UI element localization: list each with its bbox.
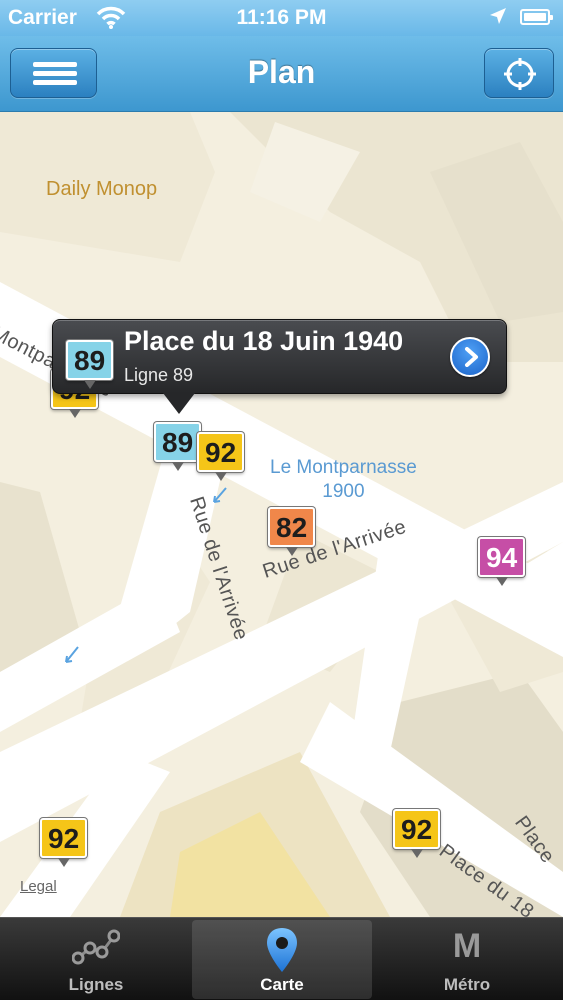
- tab-carte[interactable]: Carte: [192, 920, 372, 999]
- landmark-label: Le Montparnasse 1900: [270, 457, 417, 502]
- legal-link[interactable]: Legal: [20, 878, 57, 895]
- clock: 11:16 PM: [236, 6, 327, 29]
- tab-lignes[interactable]: Lignes: [6, 920, 186, 999]
- tab-label: Lignes: [68, 975, 124, 994]
- bus-stop-marker[interactable]: 92: [40, 818, 88, 867]
- bus-stop-marker[interactable]: 94: [478, 537, 526, 586]
- chevron-right-icon: [461, 347, 481, 372]
- callout-subtitle: Ligne 89: [124, 365, 194, 385]
- bus-stop-marker[interactable]: 92: [393, 809, 441, 858]
- bus-stop-marker[interactable]: 89: [154, 422, 202, 471]
- map-view[interactable]: Daily Monop Le Montparnasse 1900 Rue de …: [0, 112, 563, 917]
- callout-detail-button[interactable]: [450, 337, 490, 377]
- line-badge: 89: [66, 340, 114, 389]
- page-title: Plan: [247, 54, 316, 90]
- tab-label: Carte: [260, 975, 304, 994]
- lines-network-icon: [71, 926, 121, 971]
- crosshair-icon: [503, 57, 537, 96]
- map-pin-icon: [264, 926, 300, 979]
- navigation-bar: Plan: [0, 36, 563, 112]
- status-bar: Carrier 11:16 PM: [0, 0, 563, 36]
- locate-me-button[interactable]: [484, 48, 554, 98]
- location-arrow-icon: [488, 6, 508, 32]
- tab-label: Métro: [443, 975, 491, 994]
- bus-stop-marker[interactable]: 92: [197, 432, 245, 481]
- poi-label: Daily Monop: [46, 178, 158, 200]
- callout-title: Place du 18 Juin 1940: [124, 326, 404, 356]
- bus-stop-marker[interactable]: 82: [268, 507, 316, 556]
- tab-bar: Lignes Carte M Métro: [0, 917, 563, 1000]
- metro-m-icon: M: [452, 927, 482, 965]
- battery-icon: [520, 9, 553, 25]
- tab-metro[interactable]: M Métro: [377, 920, 557, 999]
- stop-callout[interactable]: 89 Place du 18 Juin 1940 Ligne 89: [52, 319, 507, 414]
